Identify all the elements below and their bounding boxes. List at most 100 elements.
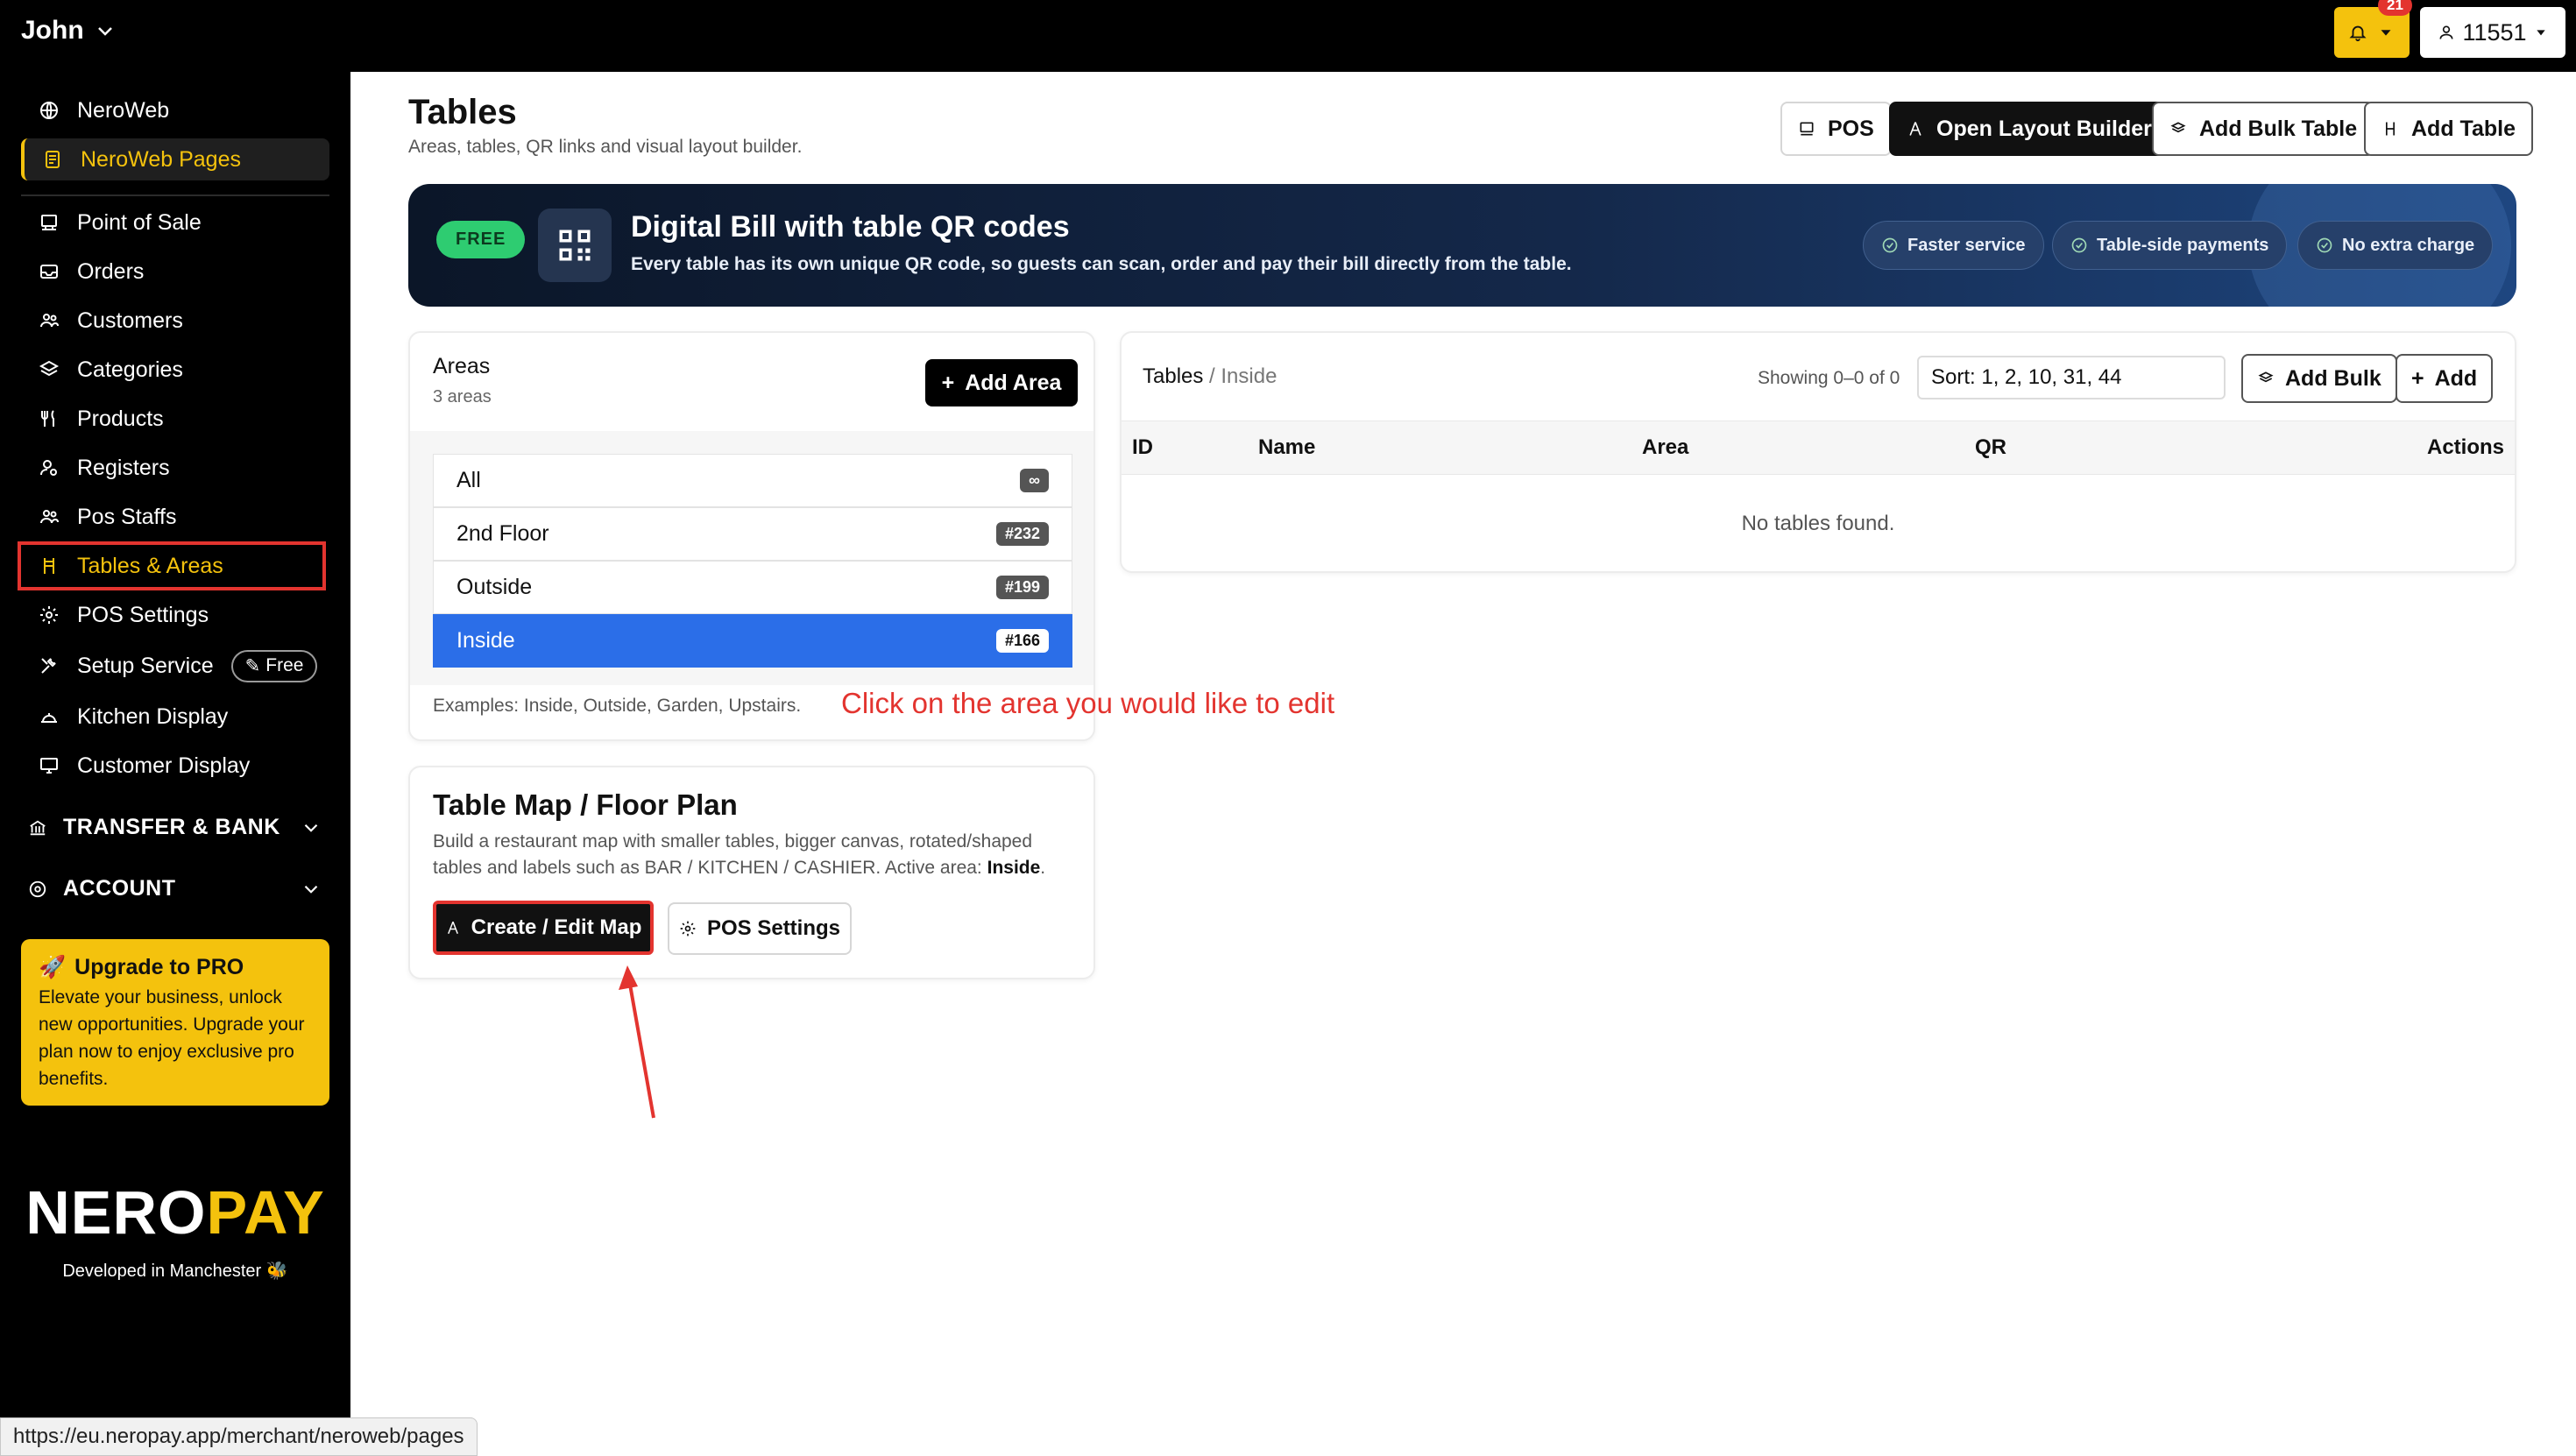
sidebar-item-neroweb-pages[interactable]: NeroWeb Pages [21,138,329,180]
add-bulk-button[interactable]: Add Bulk [2241,354,2397,403]
sidebar-item-point-of-sale[interactable]: Point of Sale [21,201,329,244]
tables-header-row: ID Name Area QR Actions [1122,421,2515,475]
add-button[interactable]: + Add [2396,354,2494,403]
sidebar-item-kitchen-display[interactable]: Kitchen Display [21,696,329,738]
tables-card: Tables / Inside Showing 0–0 of 0 Add Bul… [1120,331,2516,573]
qr-code-icon [538,209,612,282]
pos-button-label: POS [1828,116,1874,141]
add-bulk-table-label: Add Bulk Table [2199,116,2358,141]
sidebar: NeroWeb NeroWeb Pages Point of Sale Orde… [0,72,350,1456]
utensils-icon [41,410,54,427]
sidebar-item-label: Customers [77,307,183,333]
user-name: John [21,16,84,45]
add-table-button[interactable]: Add Table [2364,102,2533,156]
breadcrumb-area: Inside [1221,364,1277,388]
developed-in-text: Developed in Manchester 🐝 [0,1260,350,1282]
create-edit-map-button[interactable]: Create / Edit Map [433,901,654,955]
area-row-outside[interactable]: Outside #199 [433,561,1072,614]
bell-icon [2349,25,2367,42]
layers-icon [39,360,60,377]
areas-examples: Examples: Inside, Outside, Garden, Upsta… [433,696,802,716]
open-layout-builder-button[interactable]: Open Layout Builder [1889,102,2169,156]
globe-icon [40,102,58,119]
area-name: Outside [456,575,533,599]
area-name: Inside [456,628,515,653]
sort-input[interactable] [1917,356,2226,399]
area-row-all[interactable]: All ∞ [433,454,1072,507]
sidebar-item-label: Registers [77,455,170,480]
sidebar-item-label: Categories [77,357,183,382]
sidebar-item-products[interactable]: Products [21,398,329,440]
breadcrumb-separator: / [1209,364,1215,388]
sidebar-item-pos-staffs[interactable]: Pos Staffs [21,496,329,538]
chip-table-side-payments: Table-side payments [2052,221,2288,270]
sidebar-item-categories[interactable]: Categories [21,349,329,391]
check-circle-icon [1882,237,1898,253]
chevron-down-icon [97,27,112,36]
account-label: 11551 [2462,18,2527,46]
notification-count-badge: 21 [2378,0,2412,16]
area-badge: #199 [995,576,1049,599]
upgrade-title-text: Upgrade to PRO [74,955,244,979]
chip-label: Table-side payments [2097,235,2269,255]
chevron-down-icon [304,885,318,894]
sidebar-item-pos-settings[interactable]: POS Settings [21,594,329,636]
areas-title: Areas [433,354,491,378]
tables-breadcrumb: Tables / Inside [1143,364,1277,389]
pos-button[interactable]: POS [1780,102,1892,156]
sidebar-item-orders[interactable]: Orders [21,251,329,293]
active-area-name: Inside [987,858,1041,878]
add-area-button[interactable]: + Add Area [925,359,1078,406]
free-badge: FREE [436,221,526,258]
sidebar-item-neroweb[interactable]: NeroWeb [21,89,329,131]
compass-icon [1909,122,1921,136]
add-bulk-label: Add Bulk [2285,365,2381,391]
empty-state: No tables found. [1741,512,1895,535]
section-account[interactable]: ACCOUNT [28,876,322,901]
chip-label: Faster service [1907,235,2026,255]
table-map-title: Table Map / Floor Plan [433,788,738,821]
area-row-inside[interactable]: Inside #166 [433,614,1072,668]
open-layout-builder-label: Open Layout Builder [1936,116,2152,141]
sidebar-item-customers[interactable]: Customers [21,300,329,342]
add-bulk-table-button[interactable]: Add Bulk Table [2152,102,2375,156]
sidebar-item-label: Customer Display [77,753,251,778]
table-map-desc-text: Build a restaurant map with smaller tabl… [433,831,1033,878]
section-label: TRANSFER & BANK [63,815,280,839]
column-header-id: ID [1132,435,1153,459]
sidebar-item-customer-display[interactable]: Customer Display [21,745,329,787]
section-transfer-bank[interactable]: TRANSFER & BANK [28,815,322,840]
chair-icon [2386,122,2395,136]
pos-settings-button[interactable]: POS Settings [668,902,852,955]
area-name: All [456,468,481,492]
area-row-2nd-floor[interactable]: 2nd Floor #232 [433,507,1072,561]
compass-icon [447,921,458,935]
sidebar-item-registers[interactable]: Registers [21,447,329,489]
sidebar-item-label: Point of Sale [77,209,202,235]
neropay-logo: NEROPAY [0,1177,350,1247]
chip-no-extra-charge: No extra charge [2297,221,2494,270]
user-icon [2439,25,2453,39]
breadcrumb-root: Tables [1143,364,1204,388]
sidebar-item-tables-areas[interactable]: Tables & Areas [18,541,326,590]
inbox-icon [40,265,58,279]
sidebar-item-label: Tables & Areas [77,553,223,578]
page-icon [46,151,60,168]
create-edit-map-label: Create / Edit Map [471,915,642,939]
sidebar-item-label: NeroWeb [77,97,170,123]
add-area-label: Add Area [965,370,1062,395]
monitor-icon [40,758,58,774]
area-badge: #166 [995,629,1049,653]
qr-promo-banner: FREE Digital Bill with table QR codes Ev… [408,184,2516,307]
user-menu[interactable]: John [21,16,116,46]
developed-label: Developed in Manchester [62,1262,262,1281]
annotation-arrow [619,965,655,1119]
sidebar-item-setup-service[interactable]: Setup Service ✎ Free [21,645,329,687]
banner-title: Digital Bill with table QR codes [631,210,1070,244]
sidebar-item-label: Products [77,406,164,431]
chip-faster-service: Faster service [1863,221,2044,270]
area-badge: #232 [995,522,1049,546]
showing-count: Showing 0–0 of 0 [1758,368,1900,388]
upgrade-pro-card[interactable]: 🚀 Upgrade to PRO Elevate your business, … [21,939,329,1106]
account-button[interactable]: 11551 [2420,7,2565,58]
